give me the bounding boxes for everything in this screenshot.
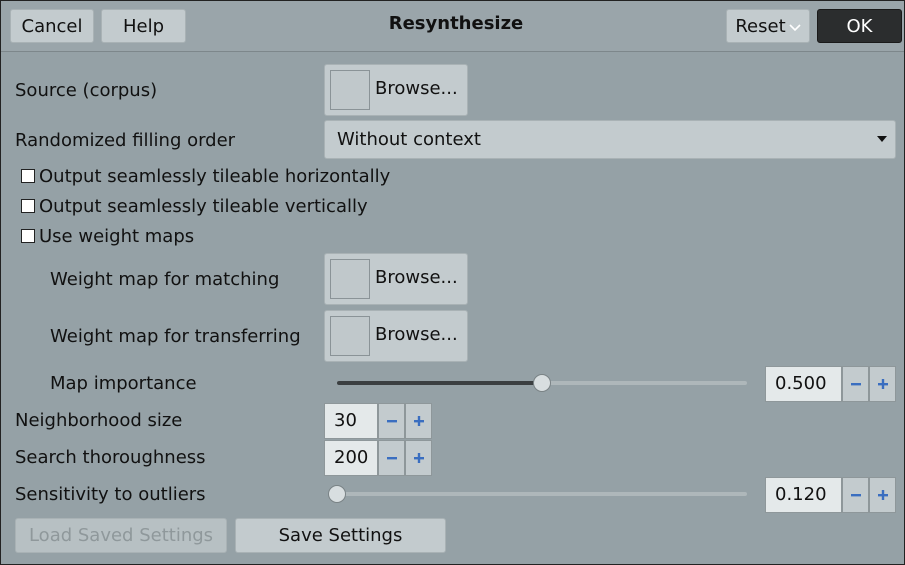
chevron-down-icon [789, 23, 801, 31]
reset-label: Reset [735, 15, 786, 37]
sensitivity-input[interactable]: 0.120 [765, 477, 842, 513]
map-importance-slider-thumb[interactable] [533, 374, 551, 392]
dialog-header: Cancel Help Resynthesize Reset OK [1, 1, 904, 52]
plus-icon [413, 453, 424, 463]
search-thoroughness-input[interactable]: 200 [324, 440, 378, 476]
plus-icon [877, 490, 888, 500]
minus-icon [386, 457, 397, 460]
tile-horizontal-checkbox[interactable] [21, 169, 35, 183]
browse-label: Browse... [375, 78, 458, 99]
search-thoroughness-decrement-button[interactable] [378, 440, 405, 476]
map-importance-slider-fill [337, 381, 542, 385]
weight-map-matching-swatch [330, 259, 370, 299]
search-thoroughness-increment-button[interactable] [405, 440, 432, 476]
sensitivity-slider-thumb[interactable] [328, 485, 346, 503]
map-importance-label: Map importance [50, 373, 197, 394]
cancel-button[interactable]: Cancel [10, 9, 94, 43]
weight-map-matching-label: Weight map for matching [50, 269, 280, 290]
neighborhood-size-increment-button[interactable] [405, 403, 432, 439]
resynthesize-dialog: Cancel Help Resynthesize Reset OK Source… [0, 0, 905, 565]
weight-maps-label: Use weight maps [39, 226, 195, 247]
load-saved-settings-button[interactable]: Load Saved Settings [15, 518, 227, 553]
reset-button[interactable]: Reset [726, 9, 810, 43]
weight-map-transfer-swatch [330, 316, 370, 356]
weight-map-matching-browse-button[interactable]: Browse... [324, 253, 468, 305]
browse-label: Browse... [375, 324, 458, 345]
help-button[interactable]: Help [101, 9, 186, 43]
weight-maps-checkbox[interactable] [21, 229, 35, 243]
tile-vertical-checkbox[interactable] [21, 199, 35, 213]
save-settings-button[interactable]: Save Settings [235, 518, 446, 553]
neighborhood-size-decrement-button[interactable] [378, 403, 405, 439]
search-thoroughness-label: Search thoroughness [15, 447, 206, 468]
sensitivity-slider[interactable] [337, 492, 747, 496]
sensitivity-label: Sensitivity to outliers [15, 484, 206, 505]
browse-label: Browse... [375, 267, 458, 288]
plus-icon [413, 416, 424, 426]
fill-order-select[interactable]: Without context [324, 120, 896, 159]
weight-map-transfer-browse-button[interactable]: Browse... [324, 310, 468, 362]
neighborhood-size-input[interactable]: 30 [324, 403, 378, 439]
dropdown-arrow-icon [877, 136, 887, 142]
map-importance-input[interactable]: 0.500 [765, 366, 842, 402]
source-browse-button[interactable]: Browse... [324, 64, 468, 116]
neighborhood-size-label: Neighborhood size [15, 410, 183, 431]
dialog-title: Resynthesize [388, 13, 524, 34]
ok-button[interactable]: OK [817, 9, 902, 43]
plus-icon [877, 379, 888, 389]
minus-icon [850, 494, 861, 497]
source-preview-swatch [330, 70, 370, 110]
minus-icon [386, 420, 397, 423]
map-importance-increment-button[interactable] [869, 366, 896, 402]
source-label: Source (corpus) [15, 80, 158, 101]
sensitivity-decrement-button[interactable] [842, 477, 869, 513]
sensitivity-increment-button[interactable] [869, 477, 896, 513]
weight-map-transfer-label: Weight map for transferring [50, 326, 301, 347]
fill-order-value: Without context [337, 129, 481, 150]
tile-vertical-label: Output seamlessly tileable vertically [39, 196, 368, 217]
map-importance-decrement-button[interactable] [842, 366, 869, 402]
tile-horizontal-label: Output seamlessly tileable horizontally [39, 166, 391, 187]
minus-icon [850, 383, 861, 386]
fill-order-label: Randomized filling order [15, 130, 236, 151]
